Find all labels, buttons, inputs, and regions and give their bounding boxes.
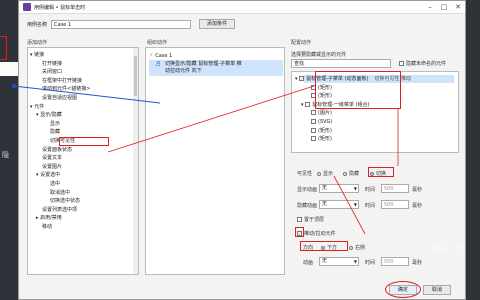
connector-line xyxy=(13,85,161,104)
annotation-connectors xyxy=(12,84,399,235)
connector-line xyxy=(333,175,366,235)
connector-endpoint xyxy=(12,84,16,88)
connector-line xyxy=(107,85,315,153)
watermark: 知乎 @ xyxy=(430,244,464,255)
